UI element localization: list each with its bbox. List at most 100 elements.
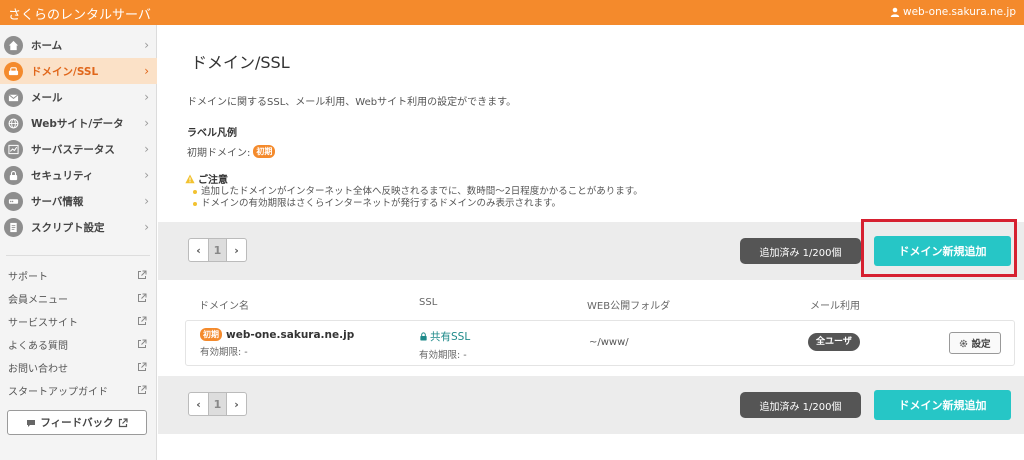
sidebar-item-script-settings[interactable]: スクリプト設定 › (0, 214, 157, 240)
sidebar-link-startup-guide[interactable]: スタートアップガイド (0, 379, 157, 401)
chart-icon (4, 139, 23, 159)
chevron-right-icon: › (144, 116, 149, 130)
action-bar-bottom: ‹ 1 › 追加済み 1/200個 ドメイン新規追加 (158, 376, 1024, 434)
sidebar-link-support[interactable]: サポート (0, 264, 157, 286)
sidebar-link-service-site[interactable]: サービスサイト (0, 310, 157, 332)
prev-page-button[interactable]: ‹ (189, 239, 208, 261)
add-domain-button[interactable]: ドメイン新規追加 (874, 390, 1011, 420)
next-page-button[interactable]: › (227, 393, 246, 415)
brand-name[interactable]: さくらのレンタルサーバ (8, 4, 151, 23)
sidebar-item-label: Webサイト/データ (31, 117, 124, 130)
sidebar-item-label: ドメイン/SSL (31, 65, 99, 78)
page-title: ドメイン/SSL (191, 53, 290, 72)
pagination-top: ‹ 1 › (188, 238, 247, 262)
notice-title-text: ご注意 (198, 175, 228, 186)
domain-name[interactable]: web-one.sakura.ne.jp (226, 329, 354, 341)
sidebar-item-label: メール (31, 91, 63, 104)
settings-button[interactable]: 設定 (949, 332, 1001, 354)
domain-expiry: 有効期限: - (200, 347, 248, 358)
action-bar-top: ‹ 1 › 追加済み 1/200個 ドメイン新規追加 (158, 219, 1024, 280)
external-link-icon (137, 362, 147, 372)
lock-icon (420, 332, 427, 341)
chevron-right-icon: › (144, 38, 149, 52)
sidebar-item-label: ホーム (31, 39, 63, 52)
account-name: web-one.sakura.ne.jp (902, 6, 1016, 18)
gear-icon (960, 339, 968, 347)
sidebar-item-mail[interactable]: メール › (0, 84, 157, 110)
external-link-icon (118, 417, 128, 427)
col-header-mail: メール利用 (810, 301, 860, 312)
web-folder: ~/www/ (589, 337, 629, 348)
external-link-icon (137, 339, 147, 349)
ssl-link[interactable]: 共有SSL (419, 329, 470, 344)
external-link-icon (137, 385, 147, 395)
feedback-button[interactable]: フィードバック (7, 410, 147, 435)
sidebar-item-domain-ssl[interactable]: ドメイン/SSL › (0, 58, 157, 84)
server-icon (4, 191, 23, 211)
notice-list: 追加したドメインがインターネット全体へ反映されるまでに、数時間〜2日程度かかるこ… (193, 186, 825, 210)
sidebar-link-label: サポート (8, 271, 48, 283)
add-domain-button[interactable]: ドメイン新規追加 (874, 236, 1011, 266)
notice-title: ご注意 (185, 171, 825, 186)
external-link-icon (137, 293, 147, 303)
sidebar-divider (6, 255, 150, 256)
pagination-bottom: ‹ 1 › (188, 392, 247, 416)
home-icon (4, 35, 23, 55)
sidebar-item-label: スクリプト設定 (31, 221, 105, 234)
sidebar-item-home[interactable]: ホーム › (0, 32, 157, 58)
top-bar: さくらのレンタルサーバ web-one.sakura.ne.jp (0, 0, 1024, 25)
external-link-icon (137, 270, 147, 280)
page-number[interactable]: 1 (208, 239, 227, 261)
sidebar-link-contact[interactable]: お問い合わせ (0, 356, 157, 378)
warning-icon (185, 174, 195, 183)
page-number[interactable]: 1 (208, 393, 227, 415)
chevron-right-icon: › (144, 64, 149, 78)
initial-domain-badge: 初期 (200, 328, 222, 341)
user-icon (890, 7, 900, 17)
ssl-cell: 共有SSL 有効期限: - (419, 329, 470, 361)
sidebar-item-security[interactable]: セキュリティ › (0, 162, 157, 188)
notice-box: ご注意 追加したドメインがインターネット全体へ反映されるまでに、数時間〜2日程度… (185, 171, 825, 210)
notice-item: 追加したドメインがインターネット全体へ反映されるまでに、数時間〜2日程度かかるこ… (193, 186, 825, 198)
sidebar-link-label: よくある質問 (8, 340, 68, 352)
feedback-label: フィードバック (40, 417, 114, 429)
chat-icon (27, 419, 36, 427)
notice-item: ドメインの有効期限はさくらインターネットが発行するドメインのみ表示されます。 (193, 198, 825, 210)
table-row: 初期 web-one.sakura.ne.jp 有効期限: - 共有SSL 有効… (185, 320, 1015, 366)
domain-count: 追加済み 1/200個 (740, 392, 861, 418)
chevron-right-icon: › (144, 194, 149, 208)
initial-domain-badge: 初期 (253, 145, 276, 158)
sidebar-link-faq[interactable]: よくある質問 (0, 333, 157, 355)
legend-label: 初期ドメイン: (187, 148, 251, 159)
page-description: ドメインに関するSSL、メール利用、Webサイト利用の設定ができます。 (187, 97, 517, 108)
ssl-label: 共有SSL (430, 331, 471, 343)
mail-users-badge: 全ユーザ (808, 333, 860, 351)
sidebar-link-member-menu[interactable]: 会員メニュー (0, 287, 157, 309)
sidebar-link-label: 会員メニュー (8, 294, 68, 306)
account-menu[interactable]: web-one.sakura.ne.jp (890, 6, 1016, 18)
next-page-button[interactable]: › (227, 239, 246, 261)
external-link-icon (137, 316, 147, 326)
sidebar-item-server-status[interactable]: サーバステータス › (0, 136, 157, 162)
col-header-domain: ドメイン名 (199, 301, 249, 312)
sidebar-link-label: お問い合わせ (8, 363, 68, 375)
col-header-web-folder: WEB公開フォルダ (587, 301, 671, 312)
domain-count: 追加済み 1/200個 (740, 238, 861, 264)
legend-title: ラベル凡例 (187, 128, 237, 139)
legend-row: 初期ドメイン: 初期 (187, 144, 276, 159)
sidebar-item-server-info[interactable]: サーバ情報 › (0, 188, 157, 214)
sidebar-link-label: サービスサイト (8, 317, 78, 329)
script-icon (4, 217, 23, 237)
main-content: ドメイン/SSL ドメインに関するSSL、メール利用、Webサイト利用の設定がで… (158, 25, 1024, 460)
sidebar: ホーム › ドメイン/SSL › メール › Webサイト/データ › サーバス… (0, 25, 157, 460)
ssl-expiry: 有効期限: - (419, 350, 467, 361)
prev-page-button[interactable]: ‹ (189, 393, 208, 415)
settings-label: 設定 (971, 339, 991, 350)
col-header-ssl: SSL (419, 297, 438, 308)
sidebar-item-label: サーバ情報 (31, 195, 84, 208)
chevron-right-icon: › (144, 142, 149, 156)
domain-cell: 初期 web-one.sakura.ne.jp 有効期限: - (200, 328, 354, 358)
lock-icon (4, 165, 23, 185)
chevron-right-icon: › (144, 168, 149, 182)
sidebar-item-website-data[interactable]: Webサイト/データ › (0, 110, 157, 136)
